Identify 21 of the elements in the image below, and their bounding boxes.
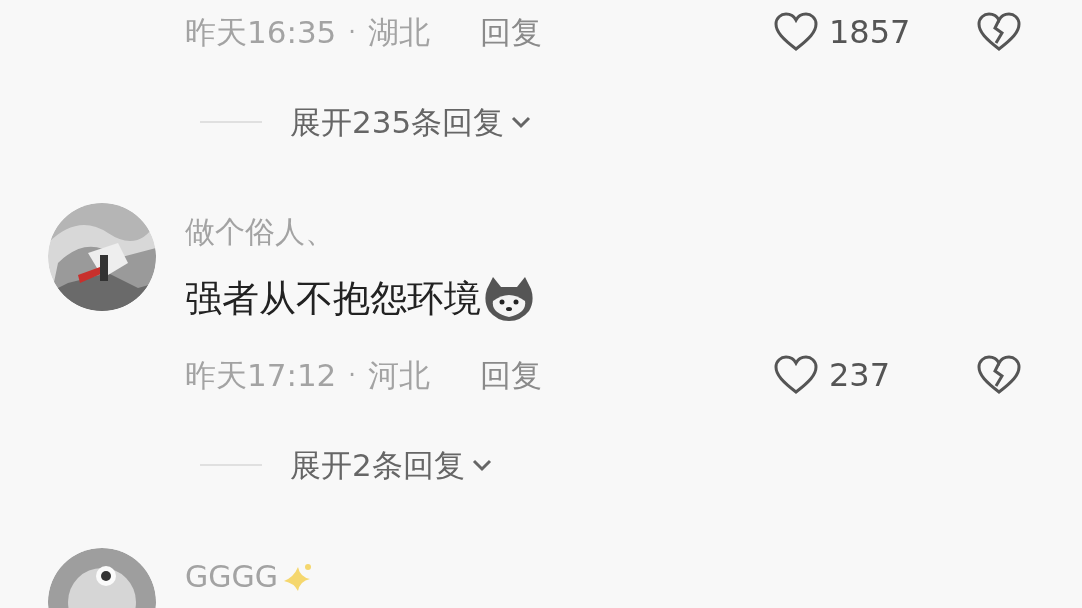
username: 做个俗人、: [185, 212, 335, 251]
broken-heart-icon[interactable]: [976, 354, 1022, 396]
comment-time: 昨天16:35: [185, 12, 337, 52]
separator-dot: ·: [348, 17, 356, 48]
separator-dot: ·: [348, 360, 356, 391]
like-count: 237: [829, 355, 891, 396]
comment-time: 昨天17:12: [185, 355, 337, 395]
reply-link[interactable]: 回复: [480, 8, 542, 56]
expand-replies-button[interactable]: 展开235条回复: [290, 98, 533, 146]
heart-icon[interactable]: [773, 354, 819, 396]
heart-icon[interactable]: [773, 11, 819, 53]
comment-location: 湖北: [368, 12, 430, 52]
chevron-down-icon: [510, 114, 533, 130]
like-count: 1857: [829, 12, 911, 53]
username: GGGG: [185, 557, 278, 596]
chevron-down-icon: [470, 457, 493, 473]
comment-text: 强者从不抱怨环境: [185, 276, 481, 323]
broken-heart-icon[interactable]: [976, 11, 1022, 53]
expand-replies-button[interactable]: 展开2条回复: [290, 441, 493, 489]
reply-link[interactable]: 回复: [480, 351, 542, 399]
comment-location: 河北: [368, 355, 430, 395]
